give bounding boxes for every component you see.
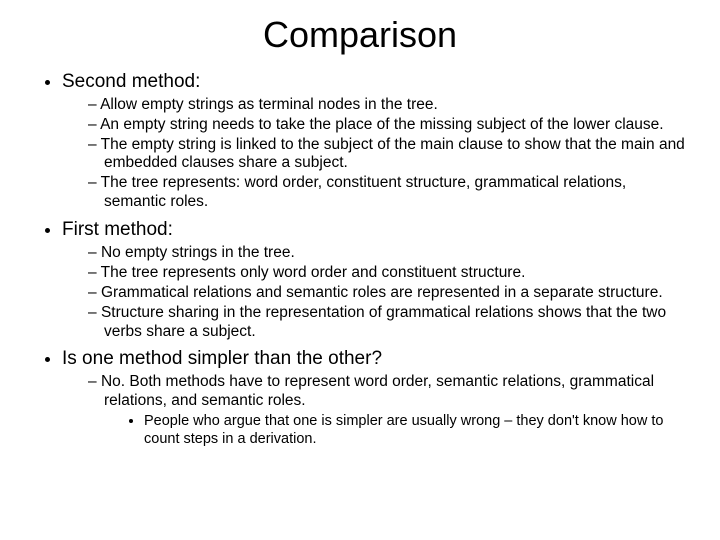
section-simpler-question: Is one method simpler than the other? No… [62,347,690,448]
sub-list: Allow empty strings as terminal nodes in… [62,96,690,212]
section-heading: First method: [62,219,173,240]
list-item: The tree represents: word order, constit… [88,174,690,212]
section-first-method: First method: No empty strings in the tr… [62,218,690,341]
bullet-list: Second method: Allow empty strings as te… [30,70,690,448]
list-item: The tree represents only word order and … [88,264,690,283]
sub-sub-list: People who argue that one is simpler are… [104,413,690,448]
list-item: No empty strings in the tree. [88,244,690,263]
list-item: Structure sharing in the representation … [88,304,690,342]
list-item: People who argue that one is simpler are… [144,413,690,448]
list-item: An empty string needs to take the place … [88,116,690,135]
list-item: No. Both methods have to represent word … [88,373,690,448]
section-heading: Second method: [62,71,200,92]
list-item-text: No. Both methods have to represent word … [101,373,654,409]
sub-list: No. Both methods have to represent word … [62,373,690,448]
section-second-method: Second method: Allow empty strings as te… [62,70,690,212]
list-item: The empty string is linked to the subjec… [88,136,690,174]
slide: Comparison Second method: Allow empty st… [0,0,720,540]
list-item: Allow empty strings as terminal nodes in… [88,96,690,115]
sub-list: No empty strings in the tree. The tree r… [62,244,690,342]
list-item: Grammatical relations and semantic roles… [88,284,690,303]
slide-title: Comparison [30,14,690,56]
section-heading: Is one method simpler than the other? [62,348,382,369]
